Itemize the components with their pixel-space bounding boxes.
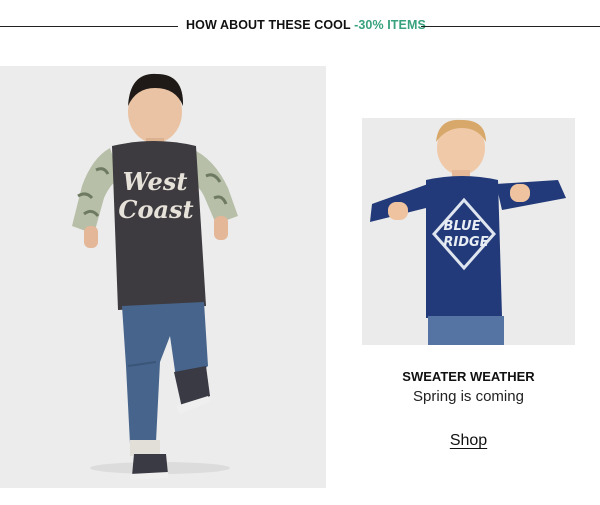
section-title: HOW ABOUT THESE COOL -30% ITEMS bbox=[186, 18, 426, 32]
shop-link-wrapper: Shop bbox=[362, 432, 575, 450]
header-rule-left bbox=[0, 26, 178, 27]
hero-shirt-text-line2: Coast bbox=[118, 195, 193, 224]
hero-shirt-text-line1: West bbox=[123, 167, 188, 196]
product-tile-title: SWEATER WEATHER bbox=[402, 369, 535, 384]
header-rule-right bbox=[421, 26, 600, 27]
section-header: HOW ABOUT THESE COOL -30% ITEMS bbox=[0, 16, 600, 36]
product-tile-subtitle: Spring is coming bbox=[413, 388, 524, 405]
tile-shirt-text-line1: BLUE bbox=[444, 219, 481, 234]
tile-shirt-text-line2: RIDGE bbox=[443, 235, 488, 250]
boy-raglan-tee-illustration: West Coast bbox=[72, 73, 238, 480]
section-title-discount: -30% ITEMS bbox=[354, 18, 426, 32]
shop-link[interactable]: Shop bbox=[450, 432, 487, 449]
hero-product-image[interactable]: West Coast bbox=[0, 66, 326, 488]
boy-navy-sweater-illustration: BLUE RIDGE bbox=[370, 119, 566, 345]
product-tile-image[interactable]: BLUE RIDGE bbox=[362, 118, 575, 345]
section-title-prefix: HOW ABOUT THESE COOL bbox=[186, 18, 355, 32]
